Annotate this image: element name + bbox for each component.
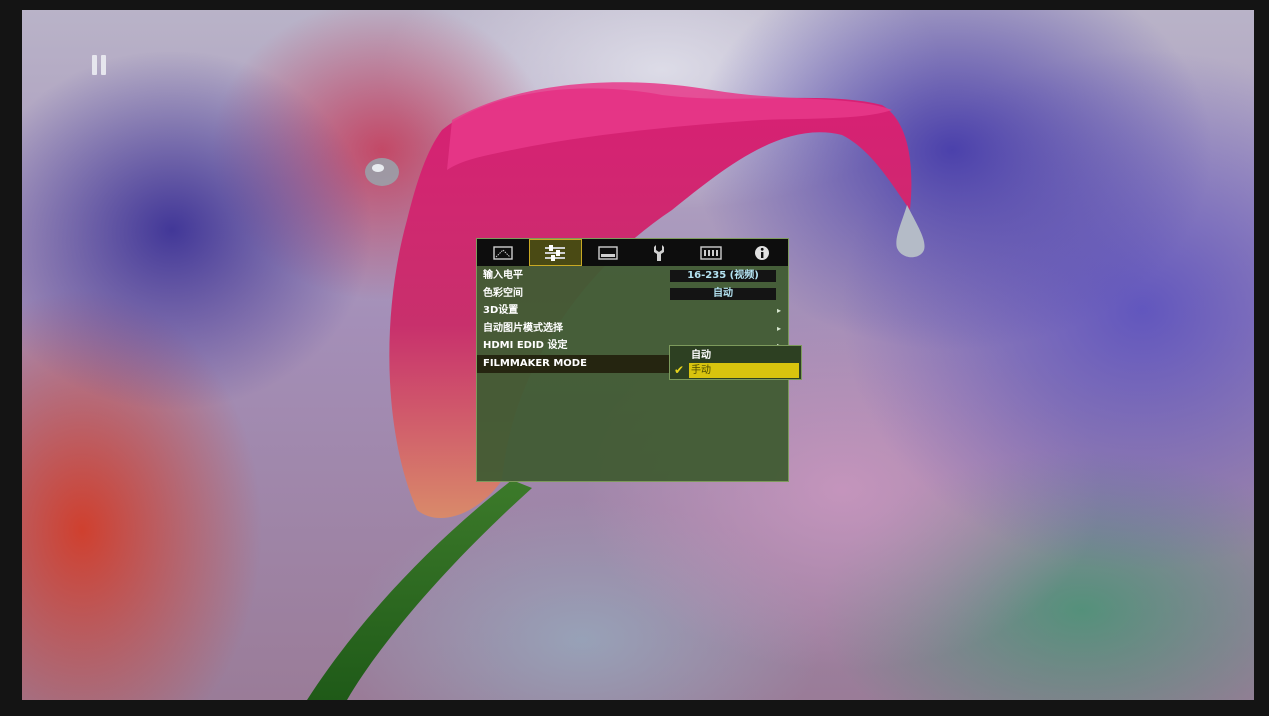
tab-installation[interactable] xyxy=(634,239,686,266)
submenu-arrow-icon: ▸ xyxy=(776,323,781,333)
info-icon xyxy=(755,245,770,260)
menu-item-3d-settings[interactable]: 3D设置 ▸ xyxy=(477,302,788,320)
menu-item-label: FILMMAKER MODE xyxy=(483,357,587,369)
option-manual[interactable]: 手动 xyxy=(689,363,799,378)
menu-item-value: 自动 xyxy=(670,287,776,300)
settings-sliders-icon xyxy=(545,244,566,261)
tab-display[interactable] xyxy=(582,239,634,266)
menu-item-label: HDMI EDID 设定 xyxy=(483,340,568,352)
keyboard-icon xyxy=(700,245,722,260)
menu-item-color-space[interactable]: 色彩空间 自动 xyxy=(477,285,788,303)
tab-input-settings[interactable] xyxy=(528,239,582,266)
menu-item-value: 16-235 (视频) xyxy=(670,270,776,282)
wrench-icon xyxy=(654,244,665,261)
submenu-arrow-icon: ▸ xyxy=(776,306,781,316)
menu-tab-bar xyxy=(477,239,788,266)
filmmaker-mode-dropdown: 自动 ✔ 手动 xyxy=(669,345,802,380)
display-icon xyxy=(598,245,618,260)
checkmark-icon: ✔ xyxy=(674,363,685,377)
pause-icon xyxy=(92,55,106,75)
tab-information[interactable] xyxy=(737,239,789,266)
menu-item-label: 色彩空间 xyxy=(483,287,523,299)
menu-item-label: 3D设置 xyxy=(483,305,519,317)
menu-item-input-level[interactable]: 输入电平 16-235 (视频) xyxy=(477,267,788,285)
menu-item-label: 自动图片模式选择 xyxy=(483,322,563,334)
option-auto[interactable]: 自动 xyxy=(689,348,799,363)
tab-picture[interactable] xyxy=(477,239,529,266)
menu-item-auto-picture-mode[interactable]: 自动图片模式选择 ▸ xyxy=(477,320,788,338)
picture-icon xyxy=(493,245,513,260)
tab-function[interactable] xyxy=(685,239,737,266)
menu-item-label: 输入电平 xyxy=(483,270,523,281)
